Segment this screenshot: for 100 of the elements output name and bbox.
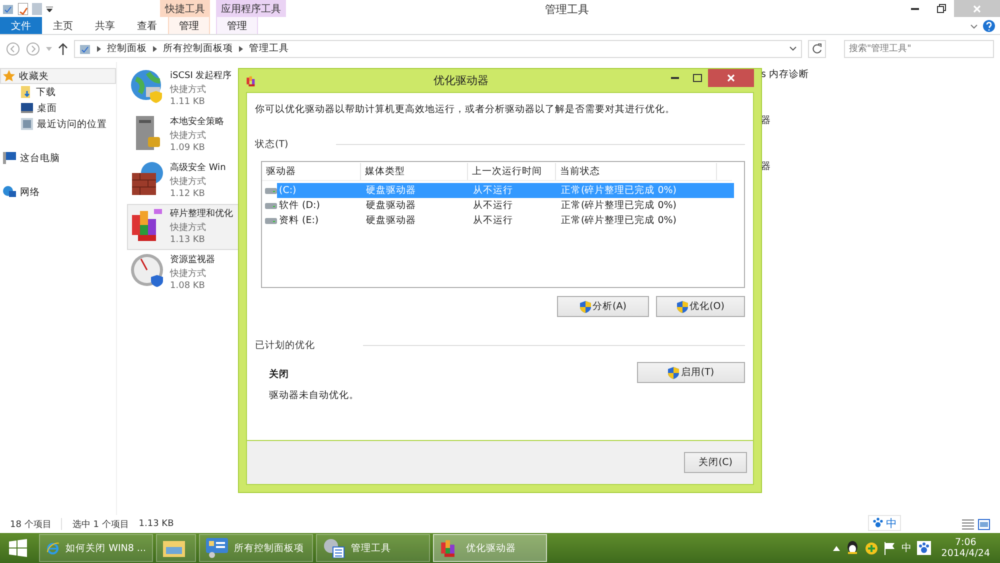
shield-icon xyxy=(580,300,591,312)
document-icon[interactable] xyxy=(18,2,28,14)
refresh-icon[interactable] xyxy=(808,40,826,58)
breadcrumb-arrow-icon[interactable] xyxy=(153,46,157,52)
close-icon xyxy=(727,74,735,82)
close-dialog-button[interactable]: 关闭(C) xyxy=(684,452,747,473)
file-name: 高级安全 Win xyxy=(170,162,226,174)
sidebar-item[interactable]: 下载 xyxy=(0,84,116,100)
column-header[interactable]: 上一次运行时间 xyxy=(468,163,556,180)
sidebar-item[interactable]: 收藏夹 xyxy=(0,68,116,84)
schedule-state: 关闭 xyxy=(269,368,290,381)
control-panel-icon xyxy=(79,42,91,54)
file-item[interactable]: 高级安全 Win 快捷方式 1.12 KB xyxy=(127,158,247,204)
drive-row[interactable]: 软件 (D:) 硬盘驱动器 从不运行 正常(碎片整理已完成 0%) xyxy=(277,198,734,213)
action-button[interactable]: 分析(A) xyxy=(557,296,649,317)
sidebar-item[interactable]: 这台电脑 xyxy=(0,150,116,166)
shield-icon xyxy=(676,300,688,312)
details-view-icon[interactable] xyxy=(962,518,974,530)
ribbon-tab[interactable]: 共享 xyxy=(84,17,126,34)
chevron-down-icon[interactable] xyxy=(789,46,797,52)
paw-icon[interactable] xyxy=(917,541,932,555)
drive-icon xyxy=(265,217,277,224)
taskbar-button[interactable]: 如何关闭 WIN8 ... xyxy=(39,534,153,562)
file-item[interactable]: 资源监视器 快捷方式 1.08 KB xyxy=(127,250,247,296)
taskbar-button[interactable] xyxy=(156,534,196,562)
file-name: 器 xyxy=(761,114,772,128)
breadcrumb[interactable]: 所有控制面板项 xyxy=(163,42,233,55)
section-title: 状态(T) xyxy=(255,138,288,151)
file-size: 1.13 KB xyxy=(170,235,206,245)
breadcrumb[interactable]: 控制面板 xyxy=(107,42,147,55)
shield-icon xyxy=(668,366,679,378)
column-header[interactable]: 媒体类型 xyxy=(361,163,468,180)
window-title: 管理工具 xyxy=(544,2,590,17)
ribbon-tab[interactable]: 管理 xyxy=(216,17,258,34)
close-icon xyxy=(973,4,981,12)
column-header[interactable]: 当前状态 xyxy=(556,163,717,180)
file-size: 1.09 KB xyxy=(170,143,206,153)
dropdown-icon[interactable] xyxy=(46,6,53,12)
dialog-description: 你可以优化驱动器以帮助计算机更高效地运行，或者分析驱动器以了解是否需要对其进行优化。 xyxy=(255,103,676,116)
taskbar-button[interactable]: 管理工具 xyxy=(316,534,430,562)
drive-icon xyxy=(265,202,277,209)
file-name: 本地安全策略 xyxy=(170,116,224,128)
enable-button[interactable]: 启用(T) xyxy=(637,362,745,383)
file-size: 1.08 KB xyxy=(170,281,206,291)
large-icons-view-icon[interactable] xyxy=(978,518,990,530)
file-type: 快捷方式 xyxy=(170,222,207,234)
action-button[interactable]: 优化(O) xyxy=(656,296,745,317)
file-name: 资源监视器 xyxy=(170,254,215,266)
gear-checklist-icon xyxy=(323,538,345,558)
breadcrumb[interactable]: 管理工具 xyxy=(249,42,289,55)
show-hidden-icons-icon[interactable] xyxy=(833,546,840,550)
paw-icon xyxy=(872,517,884,529)
ribbon-tab[interactable]: 主页 xyxy=(42,17,84,34)
clock[interactable]: 7:06 2014/4/24 xyxy=(937,537,994,559)
input-method-indicator[interactable]: 中 xyxy=(901,541,912,555)
breadcrumb-arrow-icon[interactable] xyxy=(97,46,101,52)
ribbon-tab[interactable]: 管理 xyxy=(168,17,210,34)
properties-icon[interactable] xyxy=(2,2,14,14)
file-item[interactable]: 本地安全策略 快捷方式 1.09 KB xyxy=(127,112,247,158)
file-name: iSCSI 发起程序 xyxy=(170,70,232,82)
file-type: 快捷方式 xyxy=(170,268,207,280)
file-item[interactable]: iSCSI 发起程序 快捷方式 1.11 KB xyxy=(127,66,247,112)
file-type: 快捷方式 xyxy=(170,130,207,142)
ribbon-tab[interactable]: 查看 xyxy=(126,17,168,34)
breadcrumb-arrow-icon[interactable] xyxy=(239,46,243,52)
flag-icon[interactable] xyxy=(884,542,896,554)
control-panel-icon xyxy=(206,538,228,558)
schedule-note: 驱动器未自动优化。 xyxy=(269,389,360,402)
column-header[interactable]: 驱动器 xyxy=(262,163,361,180)
selection-size: 1.13 KB xyxy=(138,519,174,529)
desktop-icon xyxy=(21,103,33,113)
restore-icon xyxy=(936,4,946,13)
dialog-title: 优化驱动器 xyxy=(432,73,490,88)
context-tab-header: 应用程序工具 xyxy=(216,0,286,17)
file-size: 1.12 KB xyxy=(170,189,206,199)
sidebar-item[interactable]: 网络 xyxy=(0,184,116,200)
plus-circle-icon[interactable] xyxy=(865,542,878,554)
close-button[interactable] xyxy=(708,69,754,87)
file-type: 快捷方式 xyxy=(170,84,207,96)
sidebar-item[interactable]: 最近访问的位置 xyxy=(0,116,116,132)
file-name: 器 xyxy=(761,160,772,174)
search-field[interactable]: 搜索"管理工具" xyxy=(844,40,994,58)
sidebar-item[interactable]: 桌面 xyxy=(0,100,116,116)
gauge-icon xyxy=(130,253,166,289)
folder-icon xyxy=(163,539,185,557)
file-size: 1.11 KB xyxy=(170,97,206,107)
address-field[interactable]: 控制面板 所有控制面板项 管理工具 xyxy=(74,40,802,58)
drive-row[interactable]: 资料 (E:) 硬盘驱动器 从不运行 正常(碎片整理已完成 0%) xyxy=(277,213,734,228)
ribbon-tab[interactable]: 文件 xyxy=(0,17,42,34)
file-name: 碎片整理和优化 xyxy=(170,208,233,220)
penguin-icon[interactable] xyxy=(846,541,860,555)
minimize-icon xyxy=(671,77,679,79)
download-folder-icon xyxy=(21,86,32,98)
star-icon xyxy=(3,70,15,82)
taskbar-button[interactable]: 所有控制面板项 xyxy=(199,534,313,562)
ime-toolbar[interactable]: 中 xyxy=(868,515,901,531)
selection-count: 选中 1 个项目 xyxy=(72,518,129,530)
up-arrow-icon[interactable] xyxy=(58,42,68,54)
windows-logo-icon[interactable] xyxy=(9,539,27,557)
network-icon xyxy=(3,186,16,198)
